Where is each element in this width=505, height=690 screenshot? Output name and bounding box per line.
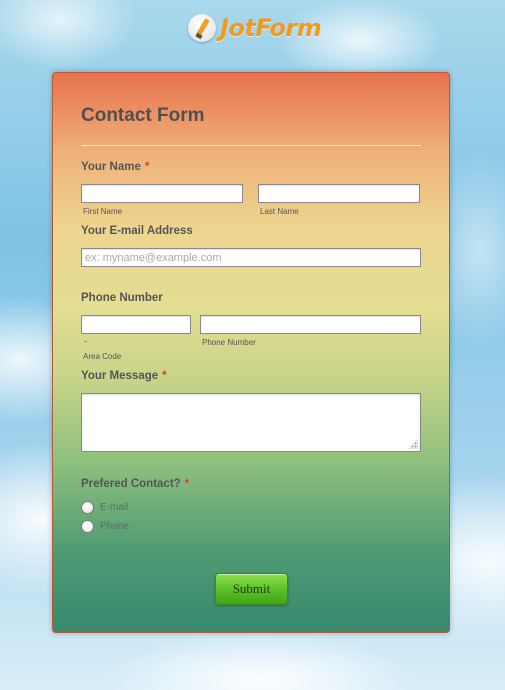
- jotform-pencil-icon: [188, 14, 216, 42]
- email-input[interactable]: [81, 248, 421, 267]
- area-code-sublabel: Area Code: [83, 352, 122, 361]
- message-label: Your Message *: [81, 370, 167, 382]
- area-code-input[interactable]: [81, 315, 191, 334]
- phone-number-input[interactable]: [200, 315, 421, 334]
- jotform-logo[interactable]: JotForm: [188, 12, 322, 44]
- last-name-input[interactable]: [258, 184, 420, 203]
- message-textarea[interactable]: [81, 393, 421, 452]
- submit-button[interactable]: Submit: [215, 573, 288, 605]
- logo-text: JotForm: [220, 14, 322, 42]
- name-label-text: Your Name: [81, 161, 141, 173]
- radio-button[interactable]: [81, 520, 94, 533]
- message-label-text: Your Message: [81, 370, 159, 382]
- radio-label-phone: Phone: [100, 521, 129, 532]
- radio-option-email[interactable]: E-mail: [81, 501, 128, 514]
- required-mark: *: [184, 478, 190, 490]
- contact-pref-label-text: Prefered Contact?: [81, 478, 181, 490]
- contact-pref-label: Prefered Contact? *: [81, 478, 189, 490]
- last-name-sublabel: Last Name: [260, 207, 299, 216]
- required-mark: *: [162, 370, 167, 382]
- first-name-sublabel: First Name: [83, 207, 123, 216]
- form-title: Contact Form: [81, 105, 205, 126]
- phone-number-sublabel: Phone Number: [202, 338, 256, 347]
- phone-separator: -: [84, 336, 87, 346]
- name-label: Your Name *: [81, 161, 149, 173]
- radio-option-phone[interactable]: Phone: [81, 520, 129, 533]
- radio-button[interactable]: [81, 501, 94, 514]
- phone-label: Phone Number: [81, 292, 163, 304]
- contact-form: Contact Form Your Name * First Name Last …: [52, 72, 450, 633]
- first-name-input[interactable]: [81, 184, 243, 203]
- email-label: Your E-mail Address: [81, 225, 193, 237]
- title-divider: [81, 145, 421, 146]
- required-mark: *: [144, 161, 150, 173]
- radio-label-email: E-mail: [100, 502, 129, 513]
